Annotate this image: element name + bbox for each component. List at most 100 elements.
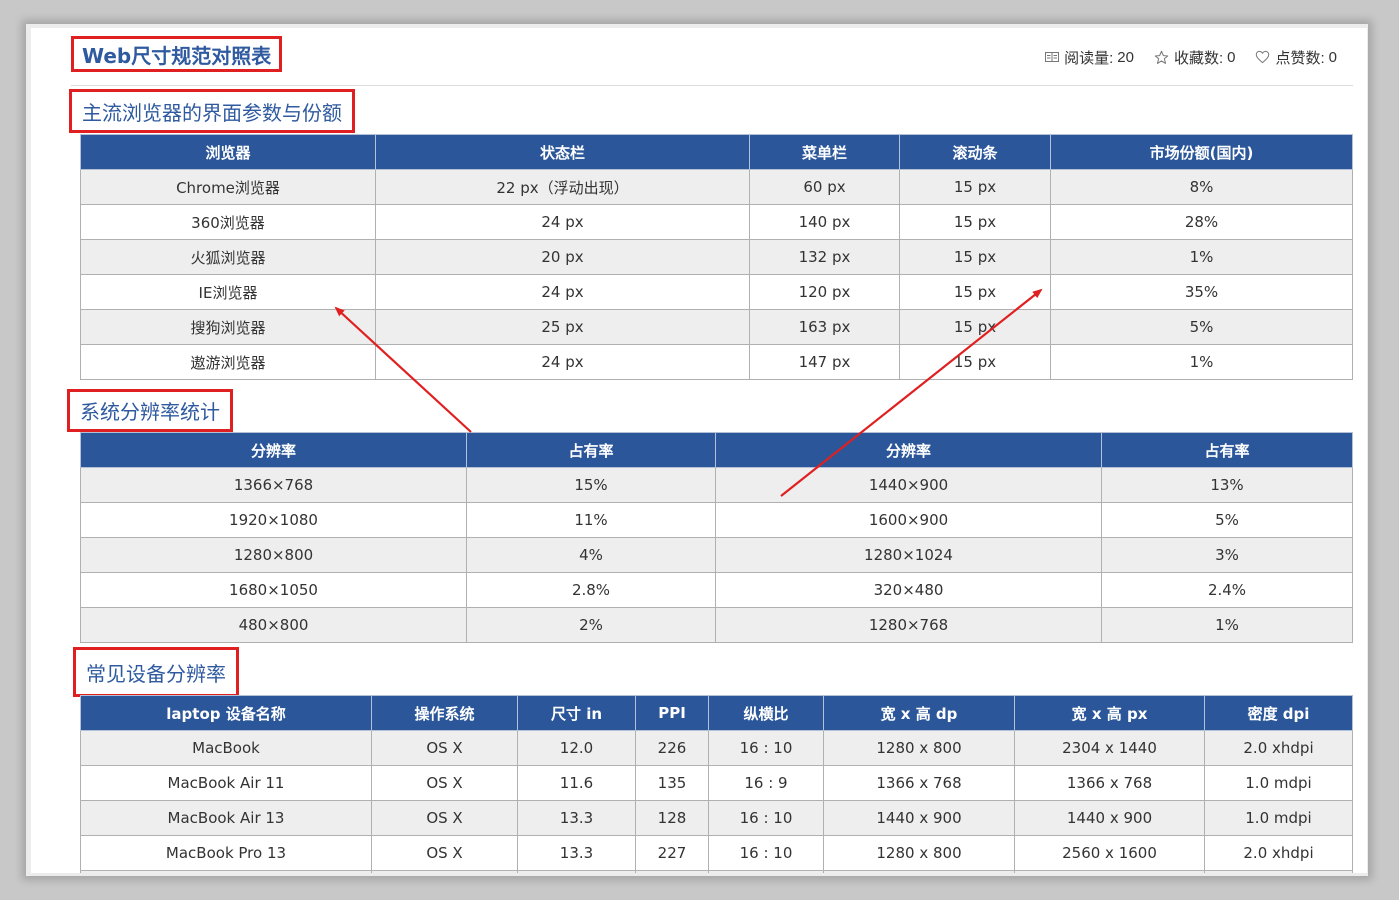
column-header: 纵横比 — [708, 695, 824, 731]
table-cell: 1% — [1101, 607, 1353, 643]
favorite-count-value: 0 — [1227, 48, 1236, 66]
read-count-stat: 阅读量: 20 — [1045, 47, 1134, 68]
table-cell: 1% — [1050, 239, 1353, 275]
column-header: 分辨率 — [80, 432, 467, 468]
column-header: PPI — [635, 695, 709, 731]
table-cell: 13% — [1101, 467, 1353, 503]
table-row: MacBook Air 13 OS X 13.3 128 16 : 10 144… — [80, 800, 1353, 836]
table-row: 火狐浏览器 20 px 132 px 15 px 1% — [80, 239, 1353, 275]
table-cell: 15 px — [899, 274, 1051, 310]
table-cell: 135 — [635, 765, 709, 801]
table-cell: OS X — [371, 800, 518, 836]
table-cell: 11.6 — [517, 765, 636, 801]
table-cell: 163 px — [749, 309, 900, 345]
table-row: 遨游浏览器 24 px 147 px 15 px 1% — [80, 344, 1353, 380]
table-cell: 8% — [1050, 169, 1353, 205]
table-cell: 3% — [1101, 537, 1353, 573]
section-title-devices: 常见设备分辨率 — [86, 661, 226, 686]
heart-icon[interactable] — [1255, 50, 1270, 64]
article-title-highlight: Web尺寸规范对照表 — [71, 36, 283, 72]
table-header-row: 分辨率 占有率 分辨率 占有率 — [80, 432, 1353, 468]
table-cell — [371, 870, 518, 873]
table-cell: 1280×768 — [715, 607, 1102, 643]
table-cell: 4% — [466, 537, 716, 573]
table-row: IE浏览器 24 px 120 px 15 px 35% — [80, 274, 1353, 310]
table-cell: 2.4% — [1101, 572, 1353, 608]
table-row: Chrome浏览器 22 px（浮动出现） 60 px 15 px 8% — [80, 169, 1353, 205]
table-cell: 1600×900 — [715, 502, 1102, 538]
table-cell: IE浏览器 — [80, 274, 376, 310]
star-icon[interactable] — [1154, 50, 1169, 65]
table-cell: 1280×1024 — [715, 537, 1102, 573]
like-count-value: 0 — [1328, 48, 1337, 66]
table-cell: 24 px — [375, 204, 750, 240]
table-row: 360浏览器 24 px 140 px 15 px 28% — [80, 204, 1353, 240]
table-cell: 227 — [635, 835, 709, 871]
column-header: 滚动条 — [899, 134, 1051, 170]
column-header: 市场份额(国内) — [1050, 134, 1353, 170]
table-cell: 1366 x 768 — [1014, 765, 1205, 801]
table-cell: 13.3 — [517, 800, 636, 836]
section-title-browsers: 主流浏览器的界面参数与份额 — [82, 100, 342, 125]
column-header: laptop 设备名称 — [80, 695, 372, 731]
browser-table: 浏览器 状态栏 菜单栏 滚动条 市场份额(国内) Chrome浏览器 22 px… — [80, 134, 1353, 380]
table-cell: MacBook Pro 13 — [80, 835, 372, 871]
table-cell: 1.0 mdpi — [1204, 765, 1353, 801]
table-cell — [80, 870, 372, 873]
table-cell: 遨游浏览器 — [80, 344, 376, 380]
table-cell: 2.0 xhdpi — [1204, 730, 1353, 766]
like-count-stat[interactable]: 点赞数: 0 — [1255, 47, 1337, 68]
table-row — [80, 870, 1353, 873]
table-cell: 15 px — [899, 239, 1051, 275]
table-cell: 2304 x 1440 — [1014, 730, 1205, 766]
table-cell: 1366×768 — [80, 467, 467, 503]
table-row: 480×800 2% 1280×768 1% — [80, 607, 1353, 643]
table-row: 1680×1050 2.8% 320×480 2.4% — [80, 572, 1353, 608]
table-cell — [517, 870, 636, 873]
resolution-table: 分辨率 占有率 分辨率 占有率 1366×768 15% 1440×900 13… — [80, 432, 1353, 643]
table-cell: 5% — [1050, 309, 1353, 345]
table-cell — [1014, 870, 1205, 873]
table-cell: 24 px — [375, 344, 750, 380]
table-row: 1280×800 4% 1280×1024 3% — [80, 537, 1353, 573]
table-cell: 35% — [1050, 274, 1353, 310]
table-cell: 480×800 — [80, 607, 467, 643]
column-header: 密度 dpi — [1204, 695, 1353, 731]
table-cell: 360浏览器 — [80, 204, 376, 240]
table-cell: MacBook — [80, 730, 372, 766]
table-row: 1920×1080 11% 1600×900 5% — [80, 502, 1353, 538]
favorite-count-stat[interactable]: 收藏数: 0 — [1154, 47, 1236, 68]
table-cell: 1.0 mdpi — [1204, 800, 1353, 836]
article-page: Web尺寸规范对照表 阅读量: 20 收藏数: 0 点赞数: 0 主流浏览器的界… — [31, 28, 1367, 873]
table-cell — [635, 870, 709, 873]
table-cell: 28% — [1050, 204, 1353, 240]
table-row: 1366×768 15% 1440×900 13% — [80, 467, 1353, 503]
section-title-highlight-resolutions: 系统分辨率统计 — [67, 389, 233, 432]
table-cell: 24 px — [375, 274, 750, 310]
table-row: 搜狗浏览器 25 px 163 px 15 px 5% — [80, 309, 1353, 345]
table-cell: 120 px — [749, 274, 900, 310]
table-cell: 1440×900 — [715, 467, 1102, 503]
table-cell: OS X — [371, 765, 518, 801]
like-count-label: 点赞数: — [1275, 49, 1325, 67]
table-cell: 12.0 — [517, 730, 636, 766]
column-header: 宽 x 高 px — [1014, 695, 1205, 731]
column-header: 状态栏 — [375, 134, 750, 170]
table-cell: 火狐浏览器 — [80, 239, 376, 275]
column-header: 占有率 — [466, 432, 716, 468]
column-header: 操作系统 — [371, 695, 518, 731]
header-divider — [71, 85, 1353, 86]
table-cell — [1204, 870, 1353, 873]
table-cell: 1280 x 800 — [823, 835, 1015, 871]
section-title-resolutions: 系统分辨率统计 — [80, 400, 220, 424]
table-cell: 1440 x 900 — [823, 800, 1015, 836]
table-cell: OS X — [371, 730, 518, 766]
table-cell: 13.3 — [517, 835, 636, 871]
table-cell: MacBook Air 13 — [80, 800, 372, 836]
table-cell: 15 px — [899, 344, 1051, 380]
column-header: 菜单栏 — [749, 134, 900, 170]
column-header: 分辨率 — [715, 432, 1102, 468]
column-header: 宽 x 高 dp — [823, 695, 1015, 731]
table-cell: 128 — [635, 800, 709, 836]
table-cell: 5% — [1101, 502, 1353, 538]
